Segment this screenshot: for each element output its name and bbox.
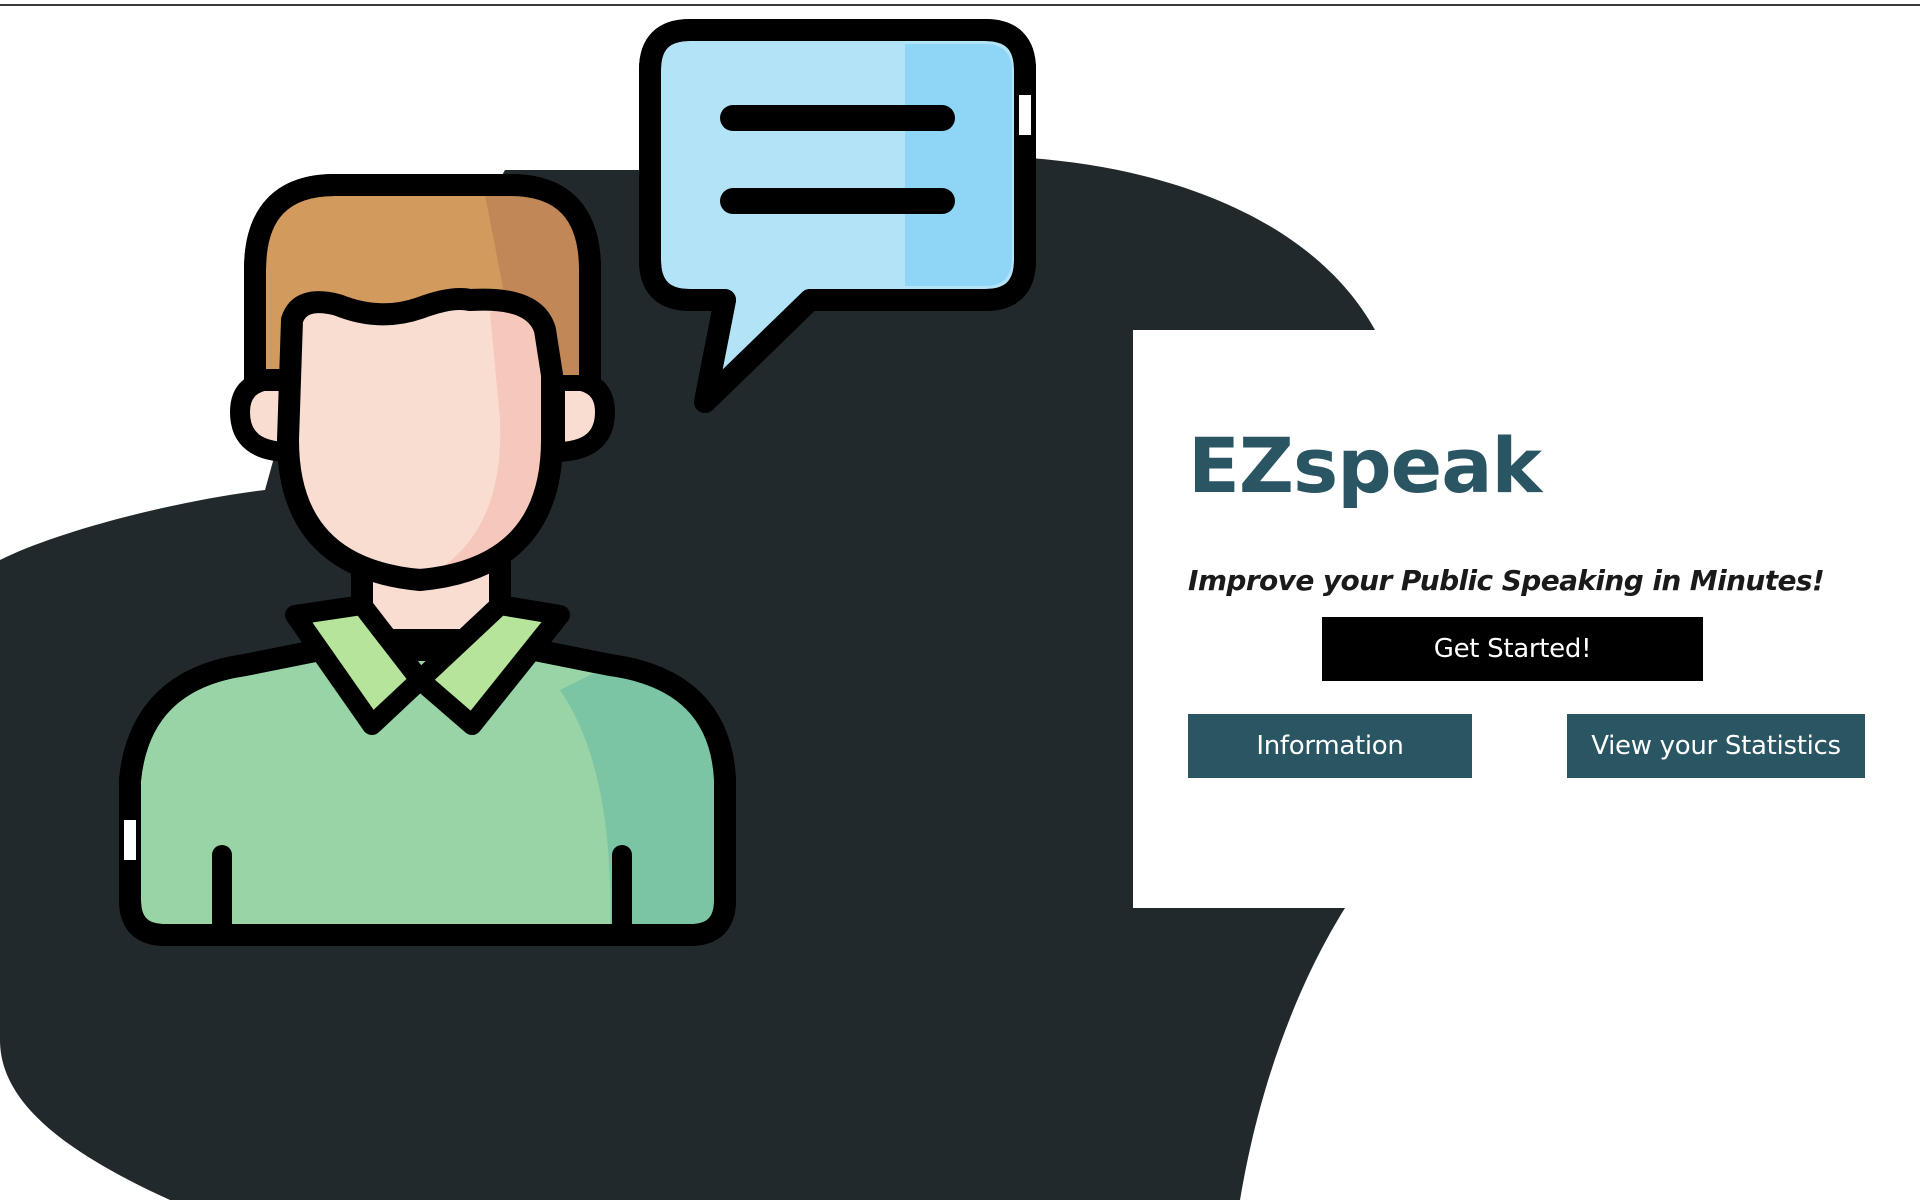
speech-bubble-icon — [639, 19, 1036, 413]
information-button[interactable]: Information — [1188, 714, 1472, 778]
view-statistics-button[interactable]: View your Statistics — [1567, 714, 1865, 778]
tagline: Improve your Public Speaking in Minutes! — [1188, 564, 1825, 597]
app-title: EZspeak — [1188, 421, 1542, 510]
get-started-button[interactable]: Get Started! — [1322, 617, 1703, 681]
landing-page: EZspeak Improve your Public Speaking in … — [0, 0, 1920, 1200]
